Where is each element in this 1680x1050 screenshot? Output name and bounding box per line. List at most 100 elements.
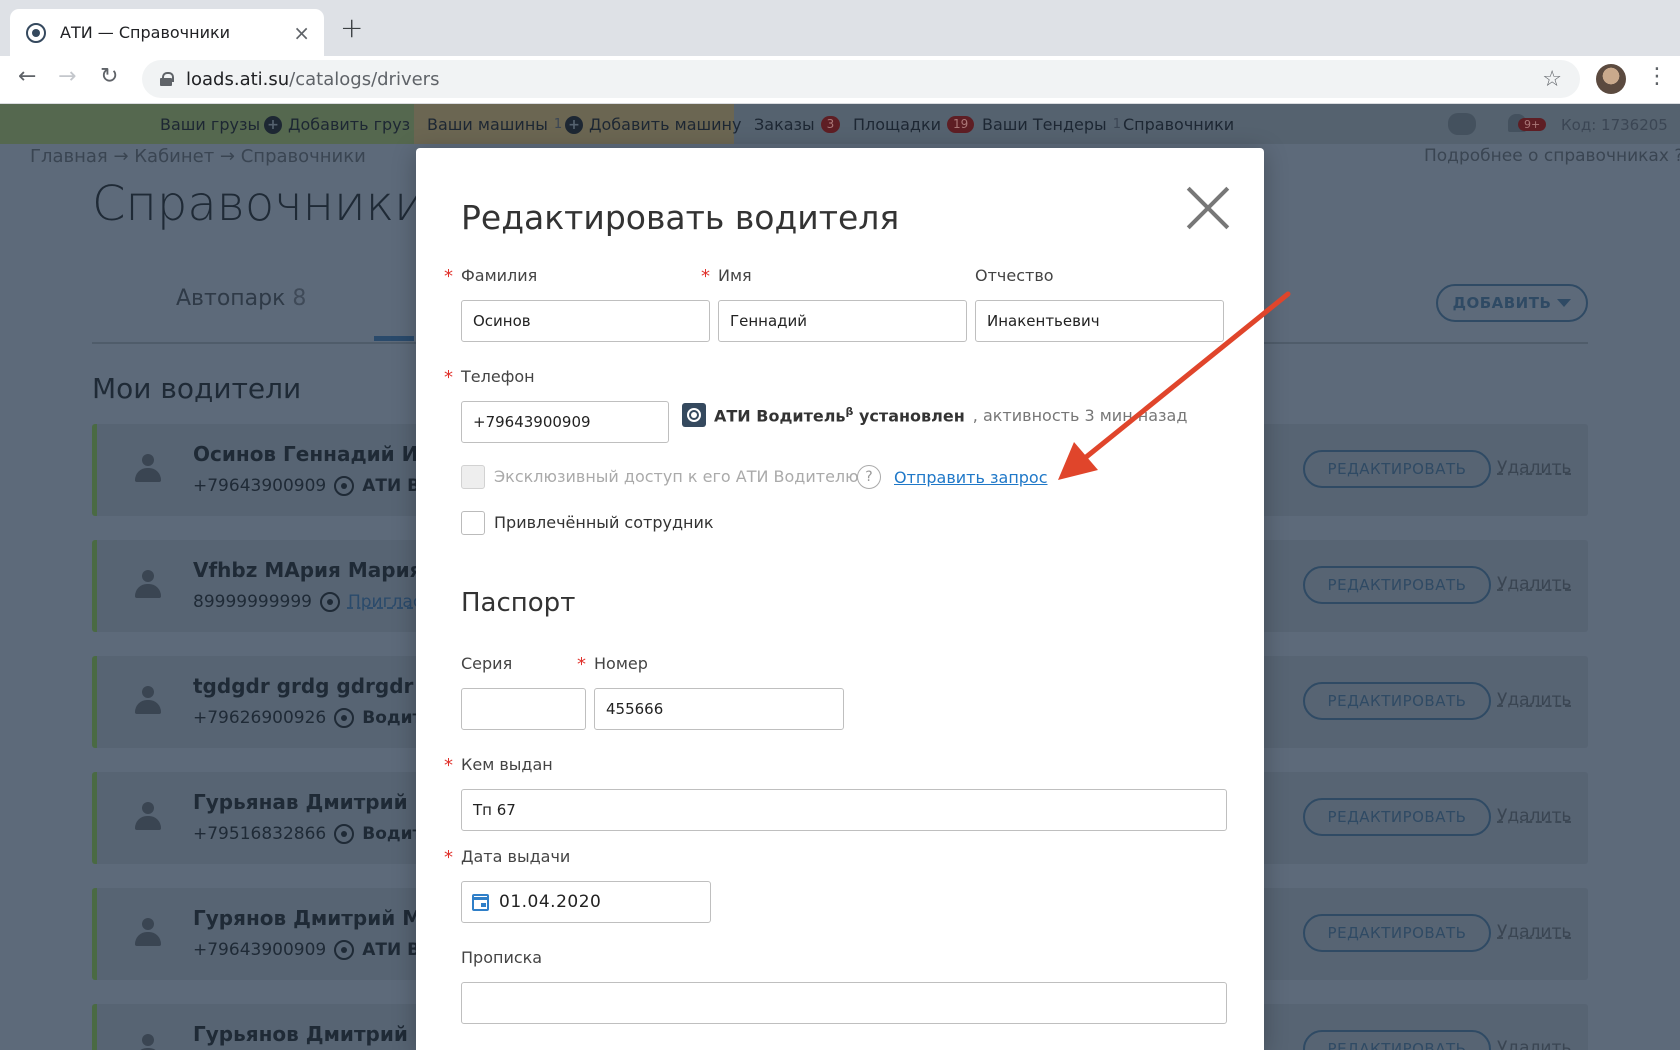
person-icon xyxy=(135,802,161,832)
phone-input[interactable]: +79643900909 xyxy=(461,401,669,443)
issue-date-input[interactable]: 01.04.2020 xyxy=(461,881,711,923)
delete-driver-link[interactable]: Удалить xyxy=(1497,922,1571,942)
issue-date-label: Дата выдачи xyxy=(461,847,571,866)
person-icon xyxy=(135,1034,161,1050)
edit-driver-button[interactable]: РЕДАКТИРОВАТЬ xyxy=(1303,450,1491,488)
edit-driver-button[interactable]: РЕДАКТИРОВАТЬ xyxy=(1303,798,1491,836)
attracted-employee-label: Привлечённый сотрудник xyxy=(494,513,714,532)
nav-catalogs[interactable]: Справочники xyxy=(1123,115,1234,134)
driver-phone: +79626900926 Водите xyxy=(193,708,434,728)
plus-icon: + xyxy=(565,115,583,134)
lastname-label: Фамилия xyxy=(461,266,538,285)
number-input[interactable]: 455666 xyxy=(594,688,844,730)
driver-phone: +79643900909 АТИ Во xyxy=(193,940,432,960)
firstname-label: Имя xyxy=(718,266,752,285)
platforms-badge: 19 xyxy=(947,116,975,133)
delete-driver-link[interactable]: Удалить xyxy=(1497,690,1571,710)
bookmark-star-icon[interactable]: ☆ xyxy=(1542,67,1562,92)
browser-tab[interactable]: АТИ — Справочники × xyxy=(10,9,324,56)
calendar-icon[interactable] xyxy=(472,893,489,911)
delete-driver-link[interactable]: Удалить xyxy=(1497,574,1571,594)
nav-platforms[interactable]: Площадки 19 xyxy=(853,115,975,134)
send-request-link[interactable]: Отправить запрос xyxy=(894,468,1048,487)
driver-phone: +79516832866 Водите xyxy=(193,824,434,844)
firstname-input[interactable]: Геннадий xyxy=(718,300,967,342)
delete-driver-link[interactable]: Удалить xyxy=(1497,806,1571,826)
series-input[interactable] xyxy=(461,688,586,730)
edit-driver-button[interactable]: РЕДАКТИРОВАТЬ xyxy=(1303,566,1491,604)
edit-driver-modal: Редактировать водителя * Фамилия Осинов … xyxy=(416,148,1264,1050)
tab-active-indicator xyxy=(374,336,414,341)
delete-driver-link[interactable]: Удалить xyxy=(1497,458,1571,478)
person-icon xyxy=(135,918,161,948)
plus-icon: + xyxy=(264,115,282,134)
exclusive-access-checkbox[interactable] xyxy=(461,465,485,489)
help-icon: ? xyxy=(1674,146,1680,166)
registration-input[interactable] xyxy=(461,982,1227,1024)
middlename-input[interactable]: Инакентьевич xyxy=(975,300,1224,342)
site-top-nav: Ваши грузы + Добавить груз Ваши машины 1 +… xyxy=(0,104,1680,144)
issued-by-input[interactable]: Тп 67 xyxy=(461,789,1227,831)
help-icon[interactable]: ? xyxy=(857,465,881,489)
person-icon xyxy=(135,570,161,600)
ati-app-icon xyxy=(334,824,355,844)
edit-driver-button[interactable]: РЕДАКТИРОВАТЬ xyxy=(1303,1030,1491,1050)
lock-icon[interactable] xyxy=(160,72,174,86)
user-code: Код: 1736205 xyxy=(1561,116,1668,134)
nav-orders[interactable]: Заказы 3 xyxy=(754,115,841,134)
required-marker: * xyxy=(444,847,453,868)
chat-icon[interactable] xyxy=(1448,113,1476,135)
breadcrumb[interactable]: Главная → Кабинет → Справочники xyxy=(30,146,366,167)
required-marker: * xyxy=(444,755,453,776)
notifications-badge: 9+ xyxy=(1518,118,1547,131)
forward-button[interactable]: → xyxy=(58,66,76,88)
browser-menu-icon[interactable]: ⋮ xyxy=(1646,66,1668,88)
back-button[interactable]: ← xyxy=(18,66,36,88)
lastname-input[interactable]: Осинов xyxy=(461,300,710,342)
edit-driver-button[interactable]: РЕДАКТИРОВАТЬ xyxy=(1303,682,1491,720)
ati-app-icon xyxy=(334,940,355,960)
nav-add-truck[interactable]: + Добавить машину xyxy=(565,115,741,134)
driver-name: tgdgdr grdg gdrgdr xyxy=(193,674,414,698)
tab-title: АТИ — Справочники xyxy=(60,23,231,42)
catalogs-help-link[interactable]: Подробнее о справочниках ? xyxy=(1424,146,1680,166)
modal-title: Редактировать водителя xyxy=(461,198,900,237)
close-icon[interactable] xyxy=(1186,186,1230,230)
required-marker: * xyxy=(444,367,453,388)
required-marker: * xyxy=(701,266,710,287)
browser-toolbar: ← → ↻ loads.ati.su/catalogs/drivers ☆ ⋮ xyxy=(0,56,1680,104)
driver-name: Осинов Геннадий Ин xyxy=(193,442,433,466)
delete-driver-link[interactable]: Удалить xyxy=(1497,1038,1571,1050)
close-tab-icon[interactable]: × xyxy=(293,23,310,43)
address-bar[interactable]: loads.ati.su/catalogs/drivers ☆ xyxy=(142,60,1580,98)
orders-badge: 3 xyxy=(820,116,841,133)
profile-avatar[interactable] xyxy=(1596,64,1626,94)
ati-favicon-icon xyxy=(26,22,46,43)
edit-driver-button[interactable]: РЕДАКТИРОВАТЬ xyxy=(1303,914,1491,952)
nav-your-trucks[interactable]: Ваши машины 1 xyxy=(427,115,562,134)
registration-label: Прописка xyxy=(461,948,543,967)
passport-heading: Паспорт xyxy=(461,588,576,618)
driver-phone: 89999999999 Пригласи xyxy=(193,592,434,612)
driver-name: Vfhbz МАрия Мария xyxy=(193,558,423,582)
nav-tenders[interactable]: Ваши Тендеры 1 xyxy=(982,115,1121,134)
caret-down-icon xyxy=(1557,299,1572,307)
nav-your-cargo[interactable]: Ваши грузы xyxy=(160,115,260,134)
issued-by-label: Кем выдан xyxy=(461,755,553,774)
tab-autopark[interactable]: Автопарк 8 xyxy=(176,286,306,311)
driver-phone: +79643900909 АТИ Во xyxy=(193,476,432,496)
required-marker: * xyxy=(444,266,453,287)
nav-add-cargo[interactable]: + Добавить груз xyxy=(264,115,410,134)
new-tab-button[interactable]: + xyxy=(340,14,363,42)
required-marker: * xyxy=(577,654,586,675)
add-button[interactable]: ДОБАВИТЬ xyxy=(1436,284,1588,322)
page-title: Справочники xyxy=(92,176,426,232)
browser-tab-bar: АТИ — Справочники × + xyxy=(0,0,1680,56)
driver-name: Гурянов Дмитрий Ми xyxy=(193,906,437,930)
reload-button[interactable]: ↻ xyxy=(100,66,118,88)
attracted-employee-checkbox[interactable] xyxy=(461,511,485,535)
person-icon xyxy=(135,454,161,484)
ati-app-icon xyxy=(334,476,355,496)
driver-name: Гурьянав Дмитрий М xyxy=(193,790,435,814)
url-text[interactable]: loads.ati.su/catalogs/drivers xyxy=(186,69,1542,90)
